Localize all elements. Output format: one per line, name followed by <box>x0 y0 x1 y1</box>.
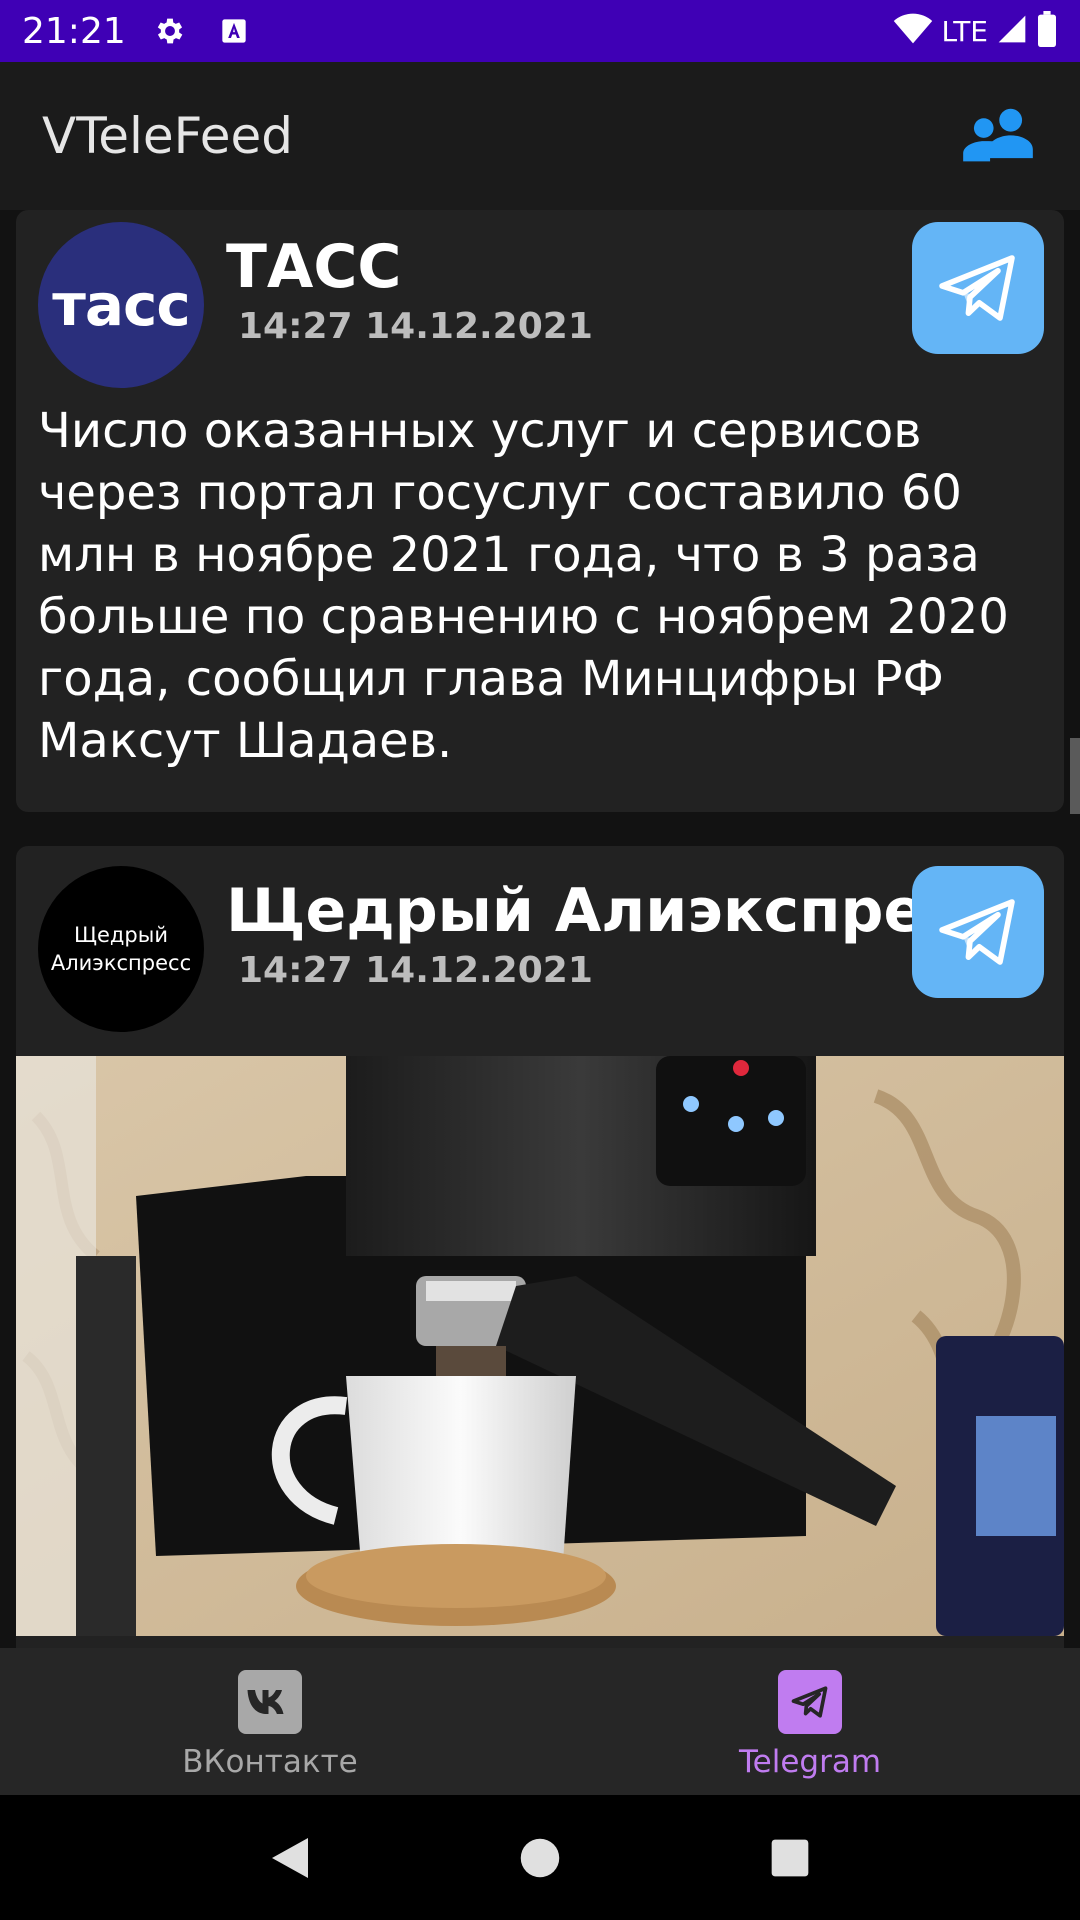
nav-item-telegram[interactable]: Telegram <box>540 1648 1080 1795</box>
channel-avatar: Щедрый Алиэкспресс <box>38 866 204 1032</box>
scrollbar-thumb[interactable] <box>1070 738 1080 814</box>
back-icon[interactable] <box>260 1828 320 1888</box>
channel-name: Щедрый Алиэкспресс <box>226 876 996 946</box>
app-bar: VTeleFeed <box>0 62 1080 210</box>
status-bar: 21:21 LTE <box>0 0 1080 62</box>
post-date: 14:27 14.12.2021 <box>238 306 593 347</box>
channel-name: ТАСС <box>226 232 402 302</box>
status-time: 21:21 <box>22 10 126 52</box>
network-type: LTE <box>941 14 988 48</box>
system-navigation-bar <box>0 1795 1080 1920</box>
settings-icon <box>150 11 190 51</box>
app-title: VTeleFeed <box>42 107 293 165</box>
feed-list[interactable]: тасс ТАСС 14:27 14.12.2021 Число оказанн… <box>0 210 1080 1648</box>
nav-label-vkontakte: ВКонтакте <box>182 1744 358 1780</box>
post-card[interactable]: Щедрый Алиэкспресс Щедрый Алиэкспресс 14… <box>16 846 1064 1648</box>
telegram-plane-icon <box>939 899 1015 965</box>
open-telegram-button[interactable] <box>912 222 1044 354</box>
open-telegram-button[interactable] <box>912 866 1044 998</box>
bottom-navigation: ВКонтакте Telegram <box>0 1648 1080 1795</box>
signal-icon <box>996 13 1028 50</box>
nav-item-vkontakte[interactable]: ВКонтакте <box>0 1648 540 1795</box>
avatar-text-line1: Щедрый <box>74 923 168 947</box>
channel-avatar: тасс <box>38 222 204 388</box>
post-image[interactable] <box>16 1056 1064 1636</box>
post-header: Щедрый Алиэкспресс Щедрый Алиэкспресс 14… <box>16 846 1064 1056</box>
battery-icon <box>1036 10 1058 52</box>
post-text: Число оказанных услуг и сервисов через п… <box>38 403 1009 769</box>
home-icon[interactable] <box>510 1828 570 1888</box>
avatar-logo-text: тасс <box>52 271 191 339</box>
avatar-text-line2: Алиэкспресс <box>50 951 192 975</box>
post-card[interactable]: тасс ТАСС 14:27 14.12.2021 Число оказанн… <box>16 210 1064 812</box>
wifi-icon <box>893 13 933 50</box>
coffee-machine-photo <box>16 1056 1064 1636</box>
post-header: тасс ТАСС 14:27 14.12.2021 <box>16 210 1064 400</box>
post-date: 14:27 14.12.2021 <box>238 950 593 991</box>
telegram-icon <box>778 1670 842 1734</box>
keyboard-a-icon <box>214 11 254 51</box>
nav-label-telegram: Telegram <box>738 1744 882 1780</box>
group-icon[interactable] <box>958 96 1038 176</box>
vk-icon <box>238 1670 302 1734</box>
recents-icon[interactable] <box>760 1828 820 1888</box>
telegram-plane-icon <box>939 255 1015 321</box>
